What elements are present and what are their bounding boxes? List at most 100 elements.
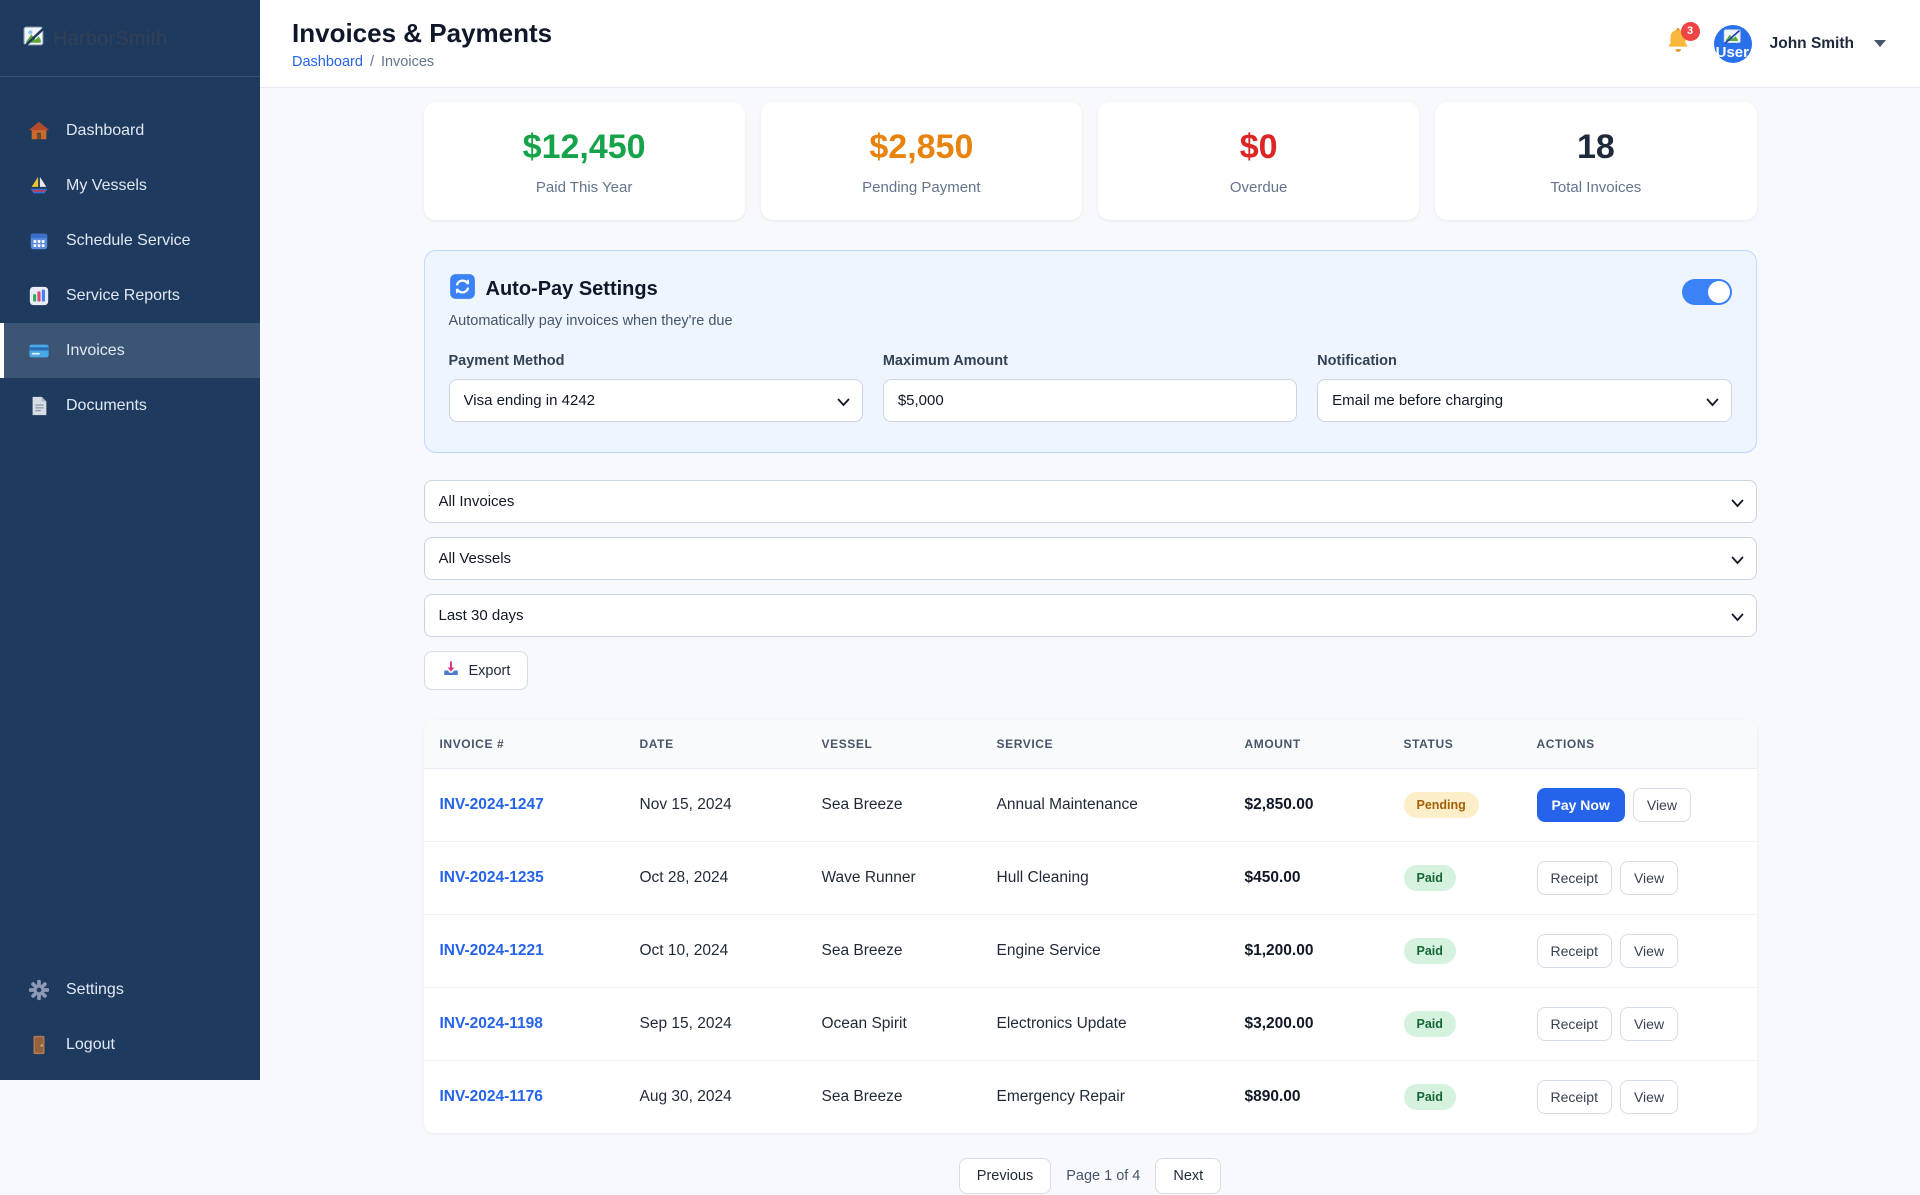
- vessel-filter-wrap: All Vessels: [423, 537, 1757, 580]
- vessel-filter[interactable]: All Vessels: [423, 537, 1757, 580]
- cell-vessel: Sea Breeze: [805, 914, 981, 988]
- user-name[interactable]: John Smith: [1770, 35, 1854, 53]
- stat-value: $0: [1239, 128, 1278, 166]
- breadcrumb-separator: /: [369, 53, 374, 70]
- table-row: INV-2024-1198 Sep 15, 2024 Ocean Spirit …: [423, 987, 1757, 1061]
- sailboat-icon: [28, 175, 50, 197]
- notifications-button[interactable]: 3: [1660, 21, 1700, 62]
- sidebar-item-schedule-service[interactable]: Schedule Service: [0, 213, 260, 268]
- receipt-button[interactable]: Receipt: [1536, 1080, 1612, 1114]
- credit-card-icon: [28, 340, 50, 362]
- cell-service: Engine Service: [980, 914, 1229, 988]
- view-button[interactable]: View: [1619, 861, 1679, 895]
- status-badge: Paid: [1403, 1084, 1456, 1110]
- stats-row: $12,450 Paid This Year $2,850 Pending Pa…: [423, 102, 1757, 220]
- sidebar-item-label: Dashboard: [66, 121, 145, 139]
- next-page-button[interactable]: Next: [1155, 1158, 1222, 1194]
- maximum-amount-input[interactable]: [882, 379, 1298, 422]
- sidebar-item-my-vessels[interactable]: My Vessels: [0, 158, 260, 213]
- view-button[interactable]: View: [1619, 1007, 1679, 1041]
- sidebar-item-dashboard[interactable]: Dashboard: [0, 103, 260, 158]
- receipt-button[interactable]: Receipt: [1536, 861, 1612, 895]
- invoice-link[interactable]: INV-2024-1221: [440, 942, 544, 959]
- autopay-heading: Auto-Pay Settings Automatically pay invo…: [449, 273, 733, 329]
- notification-select[interactable]: Email me before charging: [1317, 379, 1732, 422]
- logo-alt-text: HarborSmith: [53, 27, 168, 50]
- sidebar-item-invoices[interactable]: Invoices: [0, 323, 260, 378]
- date-range-filter[interactable]: Last 30 days: [423, 594, 1757, 637]
- sidebar-item-service-reports[interactable]: Service Reports: [0, 268, 260, 323]
- stat-card-pending-payment: $2,850 Pending Payment: [760, 102, 1082, 220]
- page-indicator: Page 1 of 4: [1066, 1168, 1141, 1184]
- cell-vessel: Ocean Spirit: [805, 987, 981, 1061]
- chevron-down-icon[interactable]: [1874, 40, 1886, 47]
- sidebar-item-label: Settings: [66, 980, 124, 998]
- previous-page-button[interactable]: Previous: [958, 1158, 1052, 1194]
- view-button[interactable]: View: [1619, 934, 1679, 968]
- cell-service: Hull Cleaning: [980, 841, 1229, 915]
- inbox-tray-icon: [442, 660, 460, 682]
- export-button[interactable]: Export: [423, 651, 529, 690]
- broken-image-icon: [22, 24, 47, 54]
- invoice-status-filter[interactable]: All Invoices: [423, 480, 1757, 523]
- maximum-amount-field-group: Maximum Amount: [882, 353, 1298, 422]
- document-icon: [28, 395, 50, 417]
- sidebar-item-settings[interactable]: Settings: [0, 962, 260, 1017]
- invoice-link[interactable]: INV-2024-1176: [440, 1088, 543, 1105]
- cell-vessel: Wave Runner: [805, 841, 981, 915]
- receipt-button[interactable]: Receipt: [1536, 934, 1612, 968]
- sidebar-item-label: Schedule Service: [66, 231, 191, 249]
- pay-now-button[interactable]: Pay Now: [1536, 788, 1625, 822]
- col-actions: ACTIONS: [1520, 720, 1757, 769]
- sidebar-item-logout[interactable]: Logout: [0, 1017, 260, 1072]
- sidebar: HarborSmith Dashboard My Vessels Schedul…: [0, 0, 260, 1080]
- notification-label: Notification: [1317, 353, 1397, 369]
- avatar[interactable]: User: [1713, 24, 1752, 63]
- invoices-table: INVOICE # DATE VESSEL SERVICE AMOUNT STA…: [423, 720, 1757, 1133]
- export-button-label: Export: [468, 662, 511, 679]
- cell-amount: $2,850.00: [1228, 768, 1388, 842]
- table-row: INV-2024-1235 Oct 28, 2024 Wave Runner H…: [423, 841, 1757, 915]
- sidebar-item-documents[interactable]: Documents: [0, 378, 260, 433]
- pagination: Previous Page 1 of 4 Next: [424, 1158, 1757, 1194]
- cell-date: Sep 15, 2024: [623, 987, 806, 1061]
- sidebar-item-label: My Vessels: [66, 176, 147, 194]
- cell-amount: $3,200.00: [1228, 987, 1388, 1061]
- payment-method-select[interactable]: Visa ending in 4242: [448, 379, 863, 422]
- table-row: INV-2024-1247 Nov 15, 2024 Sea Breeze An…: [423, 768, 1757, 842]
- maximum-amount-label: Maximum Amount: [882, 353, 1008, 369]
- breadcrumb-current: Invoices: [380, 53, 435, 70]
- header: Invoices & Payments Dashboard / Invoices…: [260, 0, 1920, 88]
- invoice-link[interactable]: INV-2024-1247: [440, 796, 544, 813]
- stat-value: $2,850: [869, 128, 974, 166]
- date-range-filter-wrap: Last 30 days: [423, 594, 1757, 637]
- app-root: HarborSmith Dashboard My Vessels Schedul…: [0, 0, 1920, 1195]
- cell-service: Annual Maintenance: [980, 768, 1229, 842]
- payment-method-field-group: Payment Method Visa ending in 4242: [448, 353, 863, 422]
- notification-field-group: Notification Email me before charging: [1317, 353, 1732, 422]
- sidebar-item-label: Service Reports: [66, 286, 180, 304]
- notification-count-badge: 3: [1680, 21, 1700, 41]
- invoice-link[interactable]: INV-2024-1235: [440, 869, 544, 886]
- view-button[interactable]: View: [1619, 1080, 1679, 1114]
- view-button[interactable]: View: [1632, 788, 1691, 822]
- stat-value: 18: [1576, 128, 1615, 166]
- stat-value: $12,450: [522, 128, 646, 166]
- cell-amount: $890.00: [1244, 1088, 1301, 1105]
- breadcrumb-dashboard-link[interactable]: Dashboard: [292, 54, 363, 70]
- stat-label: Overdue: [1229, 179, 1288, 196]
- header-titles: Invoices & Payments Dashboard / Invoices: [292, 18, 552, 70]
- invoice-link[interactable]: INV-2024-1198: [440, 1015, 543, 1032]
- sidebar-item-label: Logout: [66, 1035, 115, 1053]
- avatar-alt-text: User: [1715, 43, 1749, 61]
- payment-method-label: Payment Method: [448, 353, 565, 369]
- receipt-button[interactable]: Receipt: [1536, 1007, 1612, 1041]
- toggle-knob: [1707, 281, 1730, 303]
- stat-card-paid-this-year: $12,450 Paid This Year: [423, 102, 745, 220]
- status-badge: Paid: [1403, 1011, 1456, 1037]
- broken-image-icon: [1723, 28, 1741, 44]
- autopay-toggle[interactable]: [1681, 279, 1732, 305]
- invoices-table-card: INVOICE # DATE VESSEL SERVICE AMOUNT STA…: [423, 720, 1757, 1133]
- col-date: DATE: [623, 720, 806, 769]
- sidebar-item-label: Invoices: [66, 341, 125, 359]
